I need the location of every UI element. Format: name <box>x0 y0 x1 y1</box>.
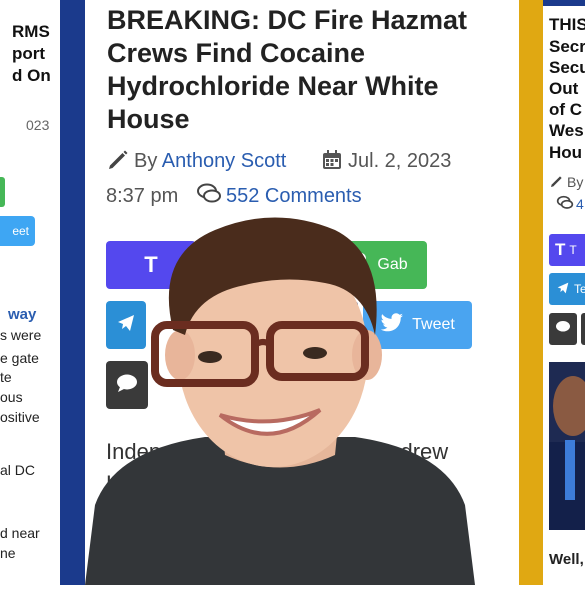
right-comment-button[interactable] <box>549 313 577 345</box>
right-top-bar <box>543 0 585 6</box>
article-headline[interactable]: BREAKING: DC Fire Hazmat Crews Find Coca… <box>107 4 507 136</box>
right-column-border <box>519 0 543 585</box>
right-by-label: By <box>567 174 584 190</box>
comments-count[interactable]: 552 Comments <box>226 185 362 207</box>
right-truth-label: T <box>569 243 577 257</box>
right-more-button[interactable] <box>581 313 585 345</box>
right-headline-line[interactable]: Secu <box>549 58 585 78</box>
right-headline-line[interactable]: Secr <box>549 37 585 57</box>
right-telegram-icon <box>557 282 569 297</box>
publish-date: Jul. 2, 2023 <box>348 150 452 172</box>
right-article-photo[interactable] <box>549 362 585 530</box>
right-headline-line[interactable]: Hou <box>549 143 582 163</box>
author-pen-icon <box>106 148 130 177</box>
right-comment-count[interactable]: 4 <box>576 196 584 212</box>
author-link[interactable]: Anthony Scott <box>162 150 287 172</box>
by-label: By <box>134 150 158 172</box>
main-column-left-border <box>78 0 85 585</box>
right-headline-line[interactable]: of C <box>549 100 582 120</box>
right-speech-bubble-icon <box>555 320 571 339</box>
right-photo-tie <box>565 440 575 500</box>
right-headline-line[interactable]: Wes <box>549 121 584 141</box>
right-truth-icon: T <box>555 240 566 259</box>
right-comments-icon <box>556 195 574 216</box>
right-photo-face <box>553 376 585 436</box>
right-telegram-button[interactable]: Te <box>549 273 585 305</box>
right-footer-text: Well, <box>549 551 584 568</box>
right-telegram-label: Te <box>574 282 585 296</box>
presenter-cutout <box>85 205 475 585</box>
calendar-icon <box>320 148 344 177</box>
right-headline-line[interactable]: Out <box>549 79 578 99</box>
right-pen-icon <box>549 173 565 194</box>
right-truth-social-button[interactable]: TT <box>549 234 585 266</box>
right-headline-line[interactable]: THIS <box>549 15 585 35</box>
author-line: By Anthony Scott <box>134 150 286 173</box>
